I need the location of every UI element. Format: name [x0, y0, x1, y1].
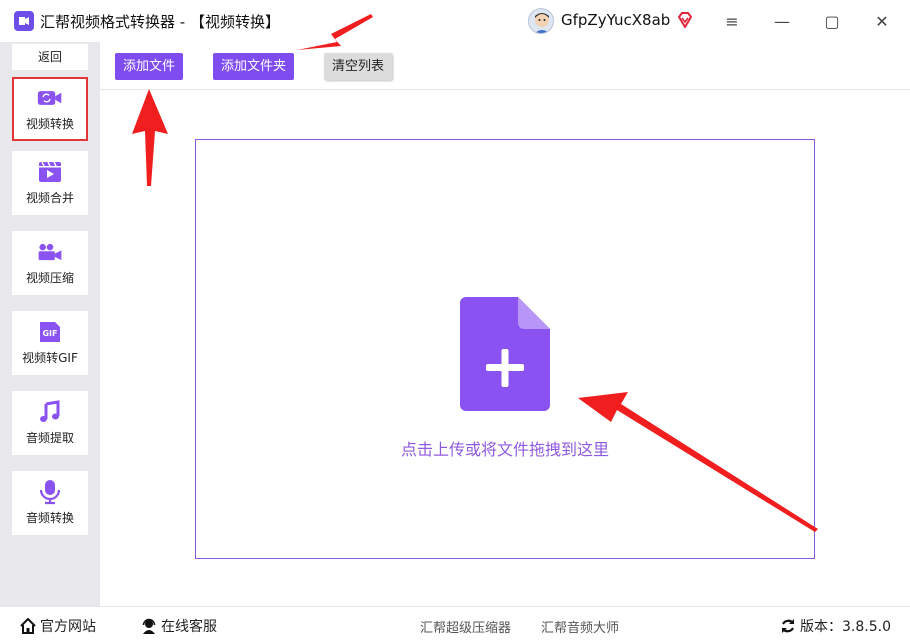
- video-convert-icon: [37, 87, 63, 109]
- clear-list-button[interactable]: 清空列表: [324, 53, 393, 80]
- title-bar: 汇帮视频格式转换器 - 【视频转换】 GfpZyYucX8ab ≡ — ▢ ✕: [0, 0, 910, 42]
- version-label: 版本：3.8.5.0: [800, 619, 891, 635]
- home-icon: [20, 618, 36, 634]
- vip-diamond-icon[interactable]: [676, 11, 694, 29]
- sidebar-item-video-convert[interactable]: 视频转换: [12, 77, 88, 141]
- add-file-icon[interactable]: [460, 297, 550, 411]
- maximize-button[interactable]: ▢: [819, 8, 845, 34]
- add-file-button[interactable]: 添加文件: [115, 53, 184, 80]
- website-link[interactable]: 官方网站: [20, 616, 96, 636]
- sidebar-item-label: 视频压缩: [25, 270, 74, 285]
- user-avatar[interactable]: [528, 8, 554, 34]
- audio-master-link[interactable]: 汇帮音频大师: [541, 617, 619, 636]
- sidebar-item-audio-convert[interactable]: 音频转换: [12, 471, 88, 535]
- sidebar-item-label: 视频合并: [25, 190, 74, 205]
- refresh-icon: [782, 619, 794, 633]
- sidebar-item-label: 音频转换: [25, 510, 74, 525]
- video-compress-icon: [37, 241, 63, 263]
- version-info[interactable]: 版本：3.8.5.0: [780, 616, 891, 636]
- menu-icon[interactable]: ≡: [719, 8, 745, 34]
- gif-icon: GIF: [37, 321, 63, 343]
- sidebar-item-label: 音频提取: [25, 430, 74, 445]
- sidebar-item-label: 视频转GIF: [22, 350, 78, 365]
- sidebar-item-audio-extract[interactable]: 音频提取: [12, 391, 88, 455]
- close-button[interactable]: ✕: [869, 8, 895, 34]
- add-folder-button[interactable]: 添加文件夹: [213, 53, 295, 80]
- app-logo-icon: [14, 11, 34, 31]
- headset-icon: [142, 618, 156, 634]
- status-bar: 官方网站 在线客服 汇帮超级压缩器 汇帮音频大师 版本：3.8.5.0: [0, 606, 910, 640]
- minimize-button[interactable]: —: [769, 8, 795, 34]
- support-link[interactable]: 在线客服: [141, 616, 217, 636]
- sidebar-item-label: 视频转换: [25, 116, 74, 131]
- compressor-link[interactable]: 汇帮超级压缩器: [420, 617, 511, 636]
- music-note-icon: [37, 399, 63, 423]
- main-area: 点击上传或将文件拖拽到这里: [100, 91, 910, 606]
- file-drop-zone[interactable]: 点击上传或将文件拖拽到这里: [195, 139, 815, 559]
- user-name[interactable]: GfpZyYucX8ab: [561, 11, 670, 29]
- sidebar: 返回 视频转换 视频合并 视频压缩 GIF 视频转GIF 音频提取 音频转换: [0, 42, 100, 606]
- window-title: 汇帮视频格式转换器 - 【视频转换】: [40, 13, 280, 31]
- sidebar-item-video-merge[interactable]: 视频合并: [12, 151, 88, 215]
- website-label: 官方网站: [40, 619, 96, 635]
- sidebar-item-video-gif[interactable]: GIF 视频转GIF: [12, 311, 88, 375]
- back-button[interactable]: 返回: [12, 44, 88, 70]
- video-merge-icon: [37, 161, 63, 183]
- support-label: 在线客服: [161, 619, 217, 635]
- toolbar: 添加文件 添加文件夹 清空列表: [100, 42, 910, 90]
- microphone-icon: [37, 479, 63, 504]
- drop-hint-text[interactable]: 点击上传或将文件拖拽到这里: [196, 436, 814, 460]
- sidebar-item-video-compress[interactable]: 视频压缩: [12, 231, 88, 295]
- gif-badge-text: GIF: [42, 329, 57, 338]
